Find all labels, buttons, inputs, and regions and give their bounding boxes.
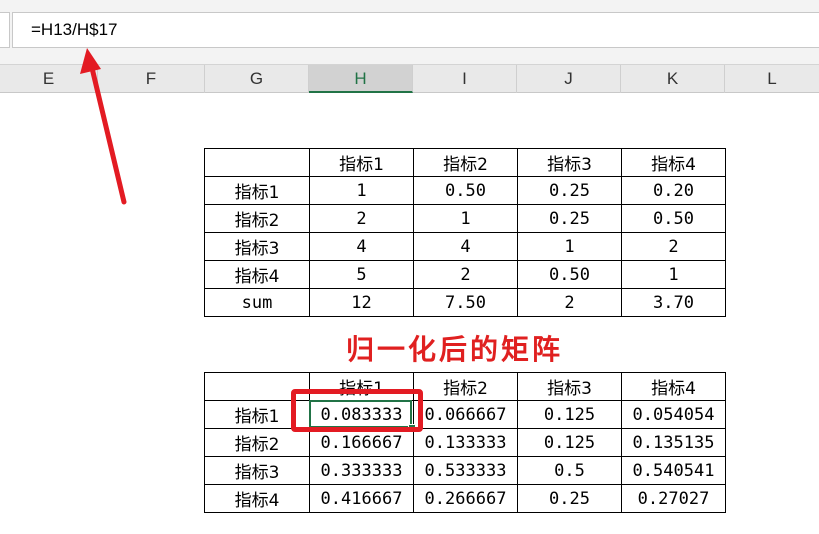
annotation-arrow-icon [80, 48, 127, 205]
